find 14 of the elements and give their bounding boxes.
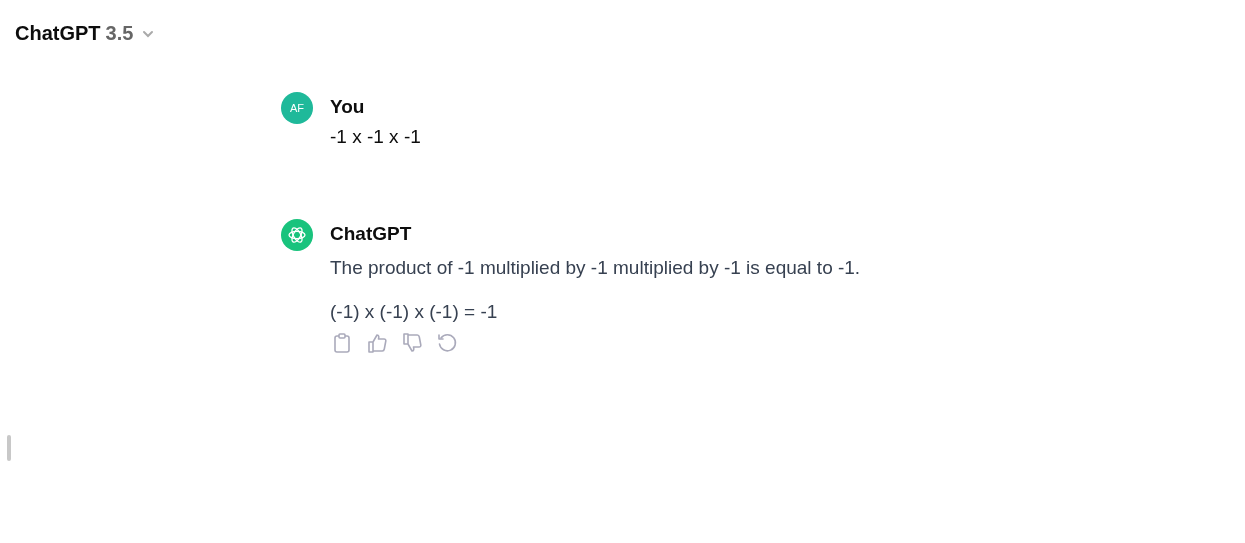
user-avatar: AF: [281, 92, 313, 124]
chevron-down-icon: [142, 29, 155, 38]
message-text: The product of -1 multiplied by -1 multiplied by -1 is equal to -1.: [330, 256, 861, 280]
model-selector[interactable]: ChatGPT 3.5: [8, 20, 162, 47]
regenerate-icon[interactable]: [436, 332, 458, 354]
thumbs-down-icon[interactable]: [401, 332, 423, 354]
author-name: ChatGPT: [330, 222, 413, 246]
author-name: You: [330, 95, 366, 119]
resize-handle[interactable]: [7, 435, 11, 461]
message-text: -1 x -1 x -1: [330, 125, 421, 149]
clipboard-icon[interactable]: [331, 332, 353, 354]
message-text: (-1) x (-1) x (-1) = -1: [330, 300, 499, 324]
thumbs-up-icon[interactable]: [366, 332, 388, 354]
logo-icon: [281, 219, 313, 251]
